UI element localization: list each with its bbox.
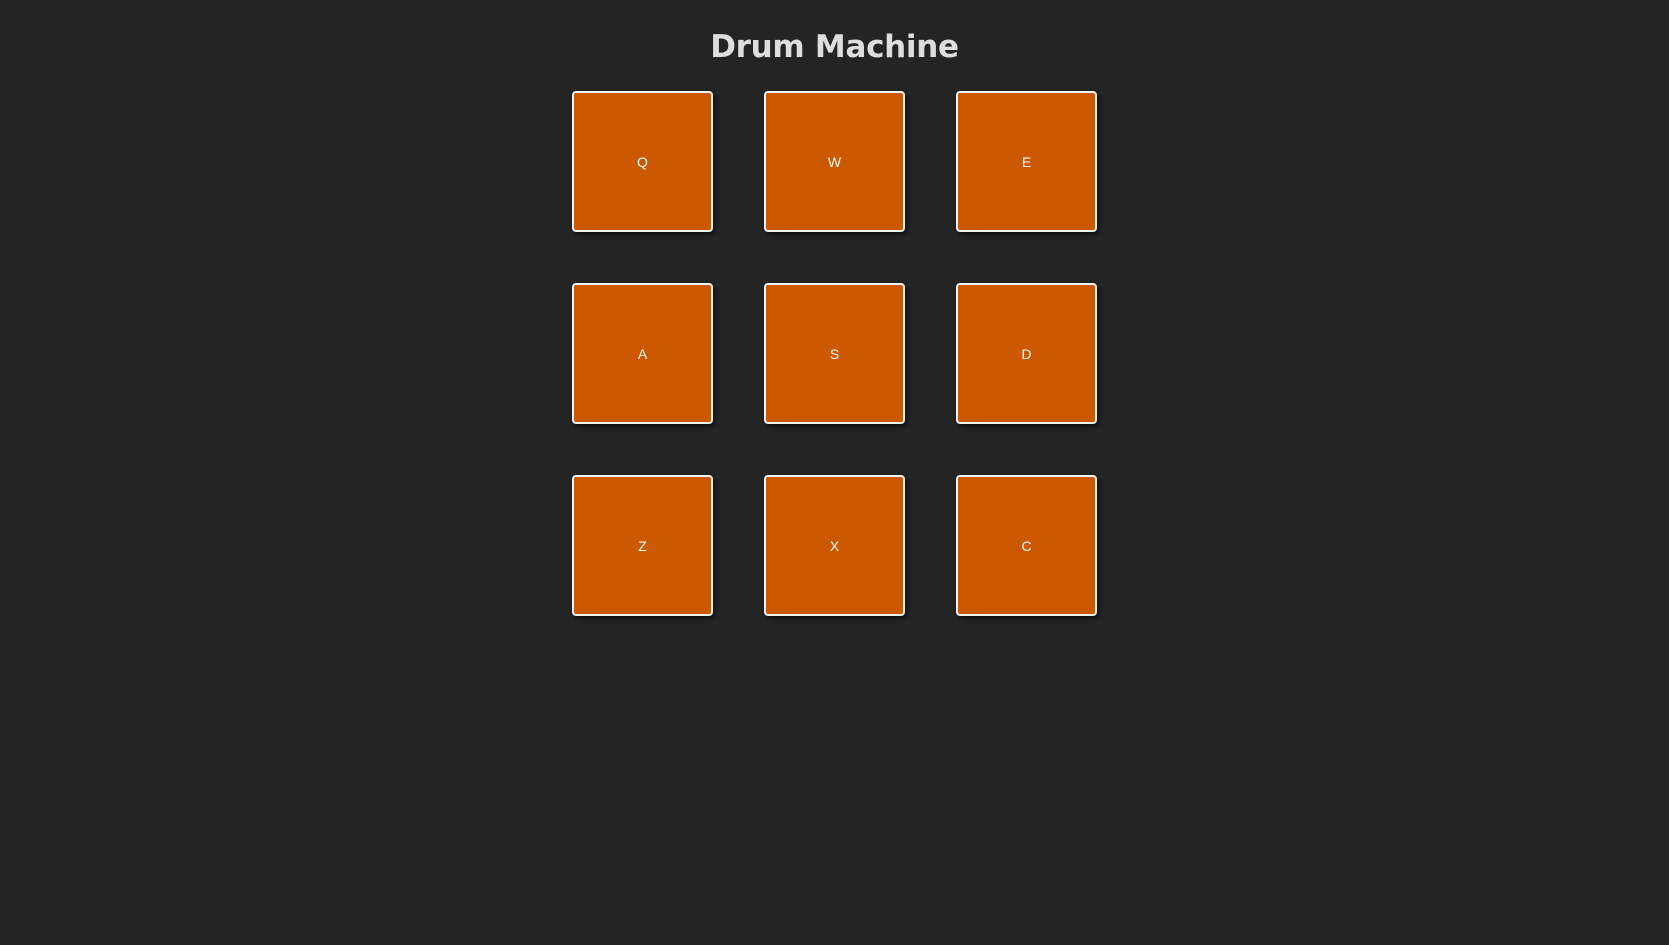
drum-pad-d[interactable]: D xyxy=(956,283,1097,424)
drum-pad-q[interactable]: Q xyxy=(572,91,713,232)
drum-pad-key-label: S xyxy=(829,345,840,362)
drum-pad-e[interactable]: E xyxy=(956,91,1097,232)
drum-pad-x[interactable]: X xyxy=(764,475,905,616)
drum-pad-z[interactable]: Z xyxy=(572,475,713,616)
drum-pad-key-label: Z xyxy=(638,537,647,554)
drum-pad-key-label: E xyxy=(1021,153,1032,170)
drum-pad-key-label: A xyxy=(637,345,648,362)
drum-pad-key-label: Q xyxy=(637,153,648,170)
drum-machine-page: Drum Machine Q W E A S D Z X C xyxy=(0,0,1669,945)
drum-pad-key-label: X xyxy=(829,537,840,554)
page-title: Drum Machine xyxy=(710,29,959,65)
drum-pad-key-label: D xyxy=(1021,345,1032,362)
drum-pad-w[interactable]: W xyxy=(764,91,905,232)
drum-pad-c[interactable]: C xyxy=(956,475,1097,616)
drum-pad-key-label: W xyxy=(827,153,842,170)
drum-pad-s[interactable]: S xyxy=(764,283,905,424)
drum-pad-key-label: C xyxy=(1021,537,1032,554)
drum-pad-grid: Q W E A S D Z X C xyxy=(572,91,1097,616)
drum-pad-a[interactable]: A xyxy=(572,283,713,424)
